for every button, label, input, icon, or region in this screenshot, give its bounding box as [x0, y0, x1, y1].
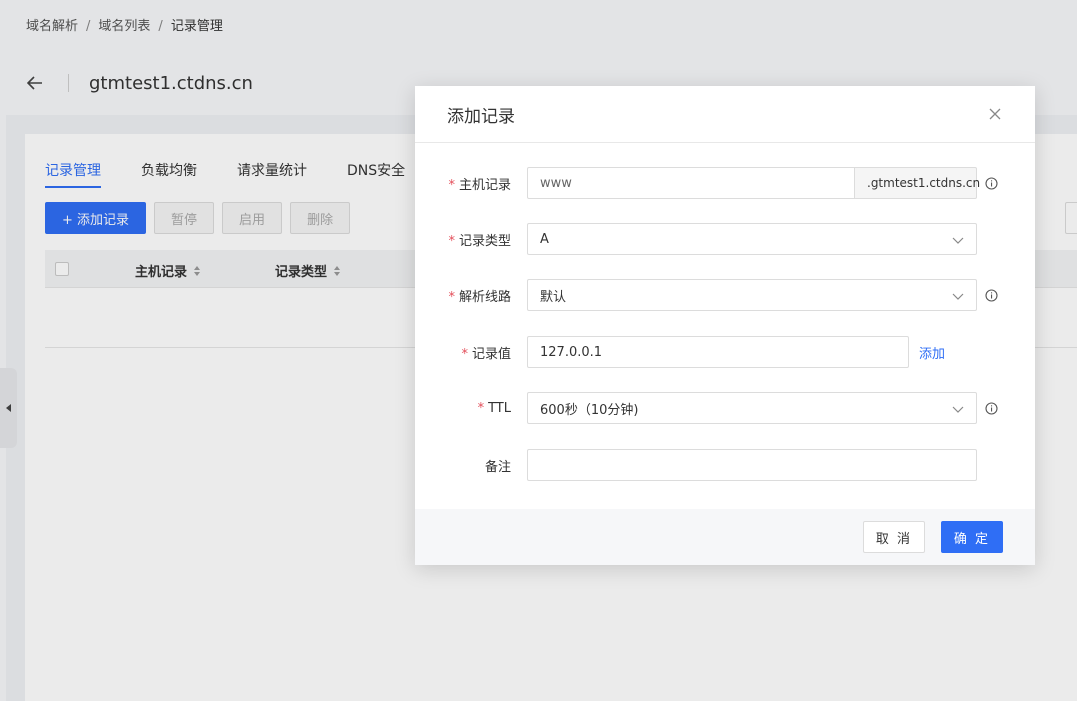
- host-record-input[interactable]: www: [527, 167, 855, 199]
- close-icon[interactable]: [987, 106, 1003, 122]
- field-label-text: 备注: [484, 459, 511, 475]
- record-value-text: 127.0.0.1: [540, 344, 603, 360]
- ttl-value: 600秒（10分钟): [540, 402, 639, 418]
- field-label: * TTL: [415, 401, 527, 416]
- dialog-title: 添加记录: [447, 106, 515, 127]
- chevron-down-icon: [952, 234, 964, 246]
- resolution-line-select[interactable]: 默认: [527, 279, 977, 311]
- confirm-button[interactable]: 确 定: [941, 521, 1003, 553]
- dialog-footer: 取 消 确 定: [415, 509, 1035, 565]
- field-label: * 主机记录: [415, 174, 527, 193]
- add-record-dialog: 添加记录 * 主机记录 www .gtmtest1.ctdns.cn * 记录类型 …: [415, 86, 1035, 565]
- info-icon[interactable]: [985, 288, 998, 302]
- dialog-header: 添加记录: [415, 86, 1035, 143]
- record-value-input[interactable]: 127.0.0.1: [527, 336, 909, 368]
- cancel-button[interactable]: 取 消: [863, 521, 925, 553]
- field-label-text: 主机记录: [458, 177, 511, 193]
- info-icon[interactable]: [985, 176, 998, 190]
- record-type-select[interactable]: A: [527, 223, 977, 255]
- form-row-ttl: * TTL 600秒（10分钟): [415, 392, 1035, 424]
- chevron-down-icon: [952, 290, 964, 302]
- required-mark: *: [461, 346, 468, 362]
- required-mark: *: [448, 289, 455, 305]
- form-row-value: * 记录值 127.0.0.1 添加: [415, 336, 1035, 368]
- required-mark: *: [448, 177, 455, 193]
- add-value-link[interactable]: 添加: [919, 343, 945, 362]
- field-label-text: TTL: [488, 400, 511, 416]
- required-mark: *: [477, 400, 485, 416]
- host-record-value: www: [540, 175, 572, 191]
- field-label-text: 解析线路: [458, 289, 511, 305]
- field-label: 备注: [415, 456, 527, 475]
- form-row-line: * 解析线路 默认: [415, 279, 1035, 311]
- field-label-text: 记录值: [471, 346, 511, 362]
- domain-suffix: .gtmtest1.ctdns.cn: [855, 167, 980, 199]
- required-mark: *: [448, 233, 455, 249]
- field-label: * 记录值: [415, 343, 527, 362]
- resolution-line-value: 默认: [540, 289, 567, 305]
- remark-input[interactable]: [527, 449, 977, 481]
- field-label: * 解析线路: [415, 286, 527, 305]
- form-row-remark: 备注: [415, 449, 1035, 481]
- info-icon[interactable]: [985, 401, 998, 415]
- field-label-text: 记录类型: [458, 233, 511, 249]
- record-type-value: A: [540, 231, 549, 247]
- chevron-down-icon: [952, 403, 964, 415]
- form-row-type: * 记录类型 A: [415, 223, 1035, 255]
- ttl-select[interactable]: 600秒（10分钟): [527, 392, 977, 424]
- field-label: * 记录类型: [415, 230, 527, 249]
- form-row-host: * 主机记录 www .gtmtest1.ctdns.cn: [415, 167, 1035, 199]
